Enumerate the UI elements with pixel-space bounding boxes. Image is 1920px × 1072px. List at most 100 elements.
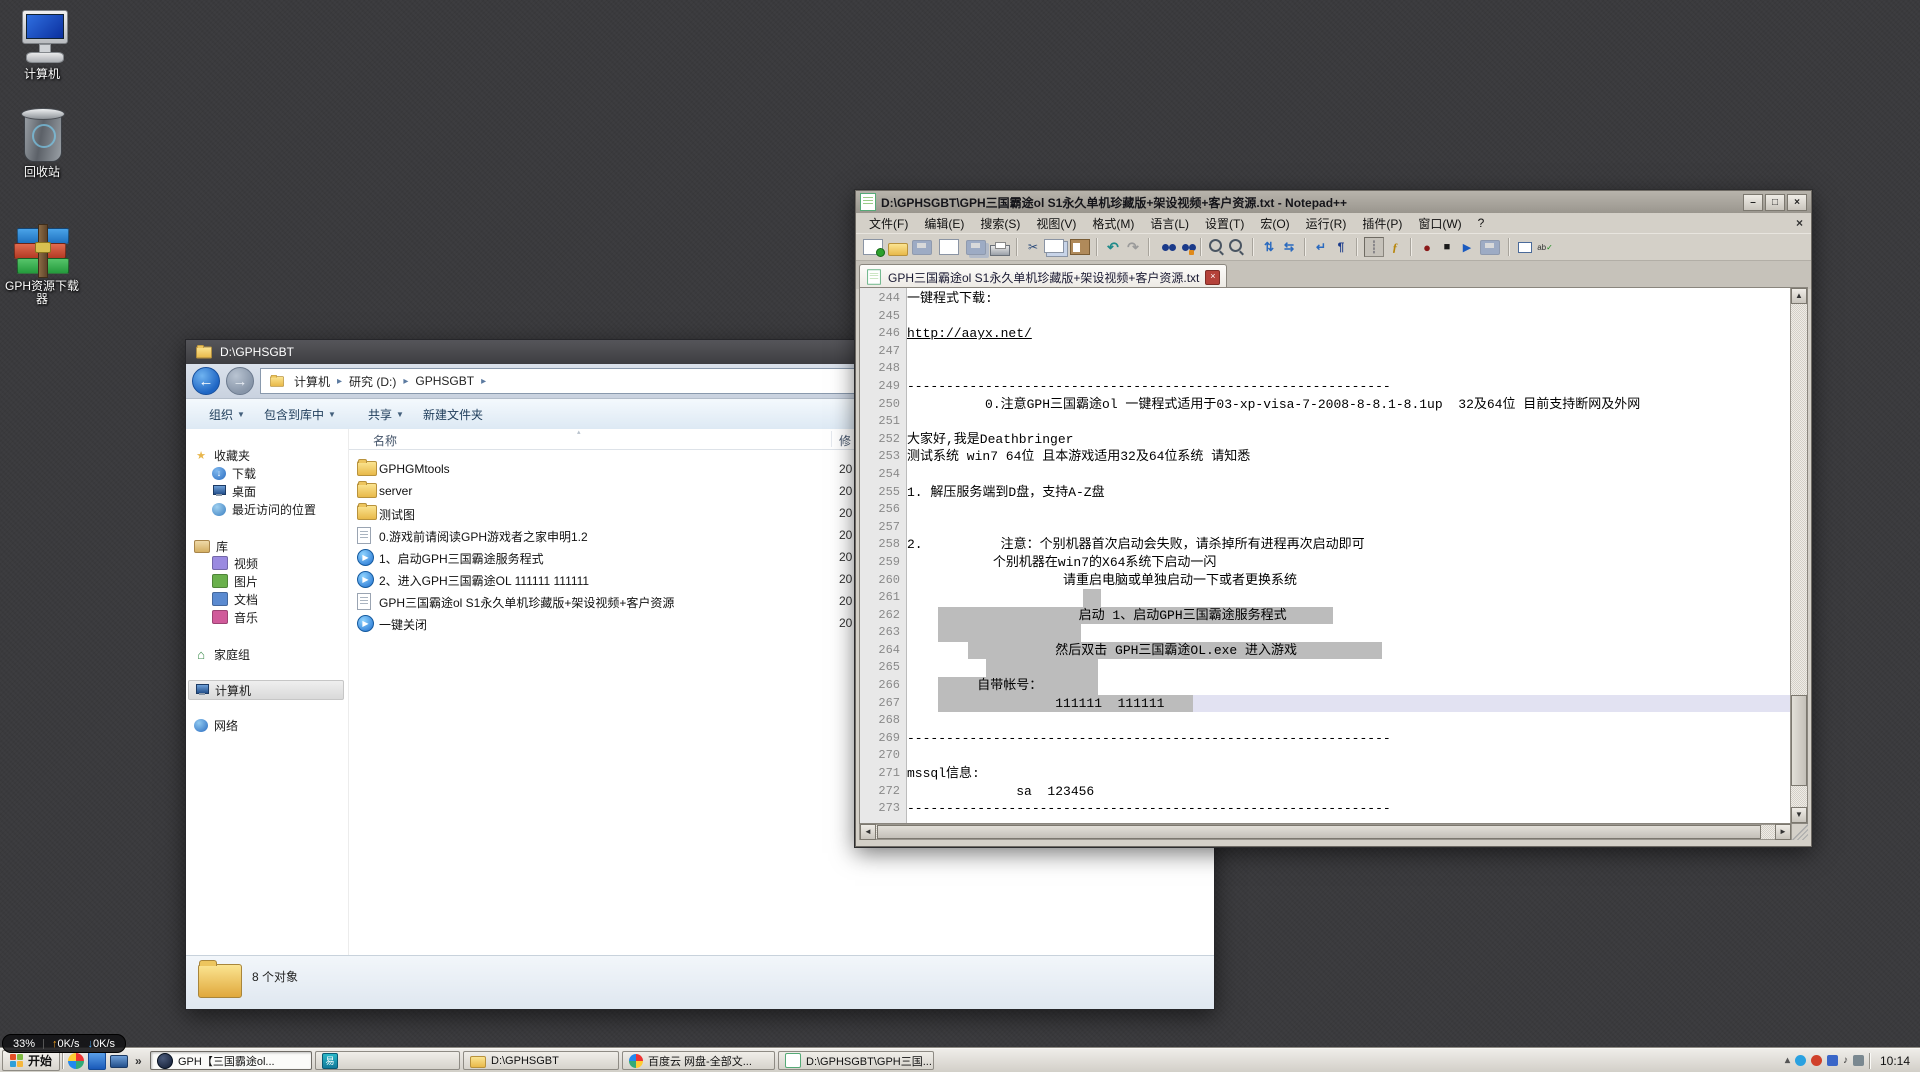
function-list-icon[interactable]: ƒ [1386,238,1404,256]
commandbar-共享[interactable]: 共享▼ [368,406,404,423]
tab-close-icon[interactable]: × [1205,270,1220,285]
stop-icon[interactable]: ■ [1438,238,1456,256]
editor-line[interactable]: ----------------------------------------… [907,378,1790,396]
commandbar-包含到库中[interactable]: 包含到库中▼ [264,406,336,423]
scroll-left-icon[interactable]: ◄ [860,824,876,840]
sidebar-item-视频[interactable]: 视频 [212,554,258,572]
text-content[interactable]: 一键程式下载: http://aayx.net/ -----------------… [907,288,1790,823]
editor-line[interactable]: 测试系统 win7 64位 且本游戏适用32及64位系统 请知悉 [907,448,1790,466]
sidebar-item-下载[interactable]: ↓下载 [212,464,256,482]
resize-grip[interactable] [1792,824,1808,840]
sidebar-item-桌面[interactable]: 桌面 [212,482,256,500]
back-button[interactable]: ← [192,367,220,395]
paste-icon[interactable] [1070,239,1090,255]
commandbar-组织[interactable]: 组织▼ [209,406,245,423]
sync-v-icon[interactable]: ⇅ [1260,238,1278,256]
wrap-icon[interactable]: ↵ [1312,238,1330,256]
copy-icon[interactable] [1044,239,1064,253]
editor-line[interactable] [907,466,1790,484]
monitor-icon[interactable] [1516,238,1534,256]
sidebar-item-音乐[interactable]: 音乐 [212,608,258,626]
editor-line[interactable]: http://aayx.net/ [907,325,1790,343]
save-all-icon[interactable] [966,240,986,255]
play-save-icon[interactable] [1480,240,1500,255]
editor-line[interactable]: ----------------------------------------… [907,800,1790,818]
vertical-scrollbar[interactable]: ▲ ▼ [1790,288,1807,823]
menu-item[interactable]: 文件(F) [862,213,915,234]
editor-line[interactable]: 大家好,我是Deathbringer [907,431,1790,449]
editor-line[interactable]: 1. 解压服务端到D盘，支持A-Z盘 [907,484,1790,502]
commandbar-新建文件夹[interactable]: 新建文件夹 [423,406,483,423]
document-tab[interactable]: GPH三国霸途ol S1永久单机珍藏版+架设视频+客户资源.txt × [859,264,1227,289]
indent-guide-icon[interactable]: ┊ [1364,237,1384,257]
editor-line[interactable] [907,343,1790,361]
editor-line[interactable] [907,413,1790,431]
taskbar-clock[interactable]: 10:14 [1876,1054,1916,1068]
open-icon[interactable] [888,243,908,256]
sidebar-item-最近访问的位置[interactable]: 最近访问的位置 [212,500,316,518]
breadcrumb-segment[interactable]: 研究 (D:) [347,373,398,390]
pilcrow-icon[interactable]: ¶ [1332,238,1350,256]
column-date-partial[interactable]: 修 [839,432,851,449]
desktop-icon-computer[interactable]: 计算机 [0,6,84,81]
tray-app-indigo-icon[interactable] [1827,1055,1838,1066]
forward-button[interactable]: → [226,367,254,395]
tray-app-blue-icon[interactable] [1795,1055,1806,1066]
close-button[interactable]: × [1787,194,1807,211]
menu-item[interactable]: 视图(V) [1029,213,1083,234]
column-divider[interactable] [831,431,832,447]
menu-item[interactable]: 插件(P) [1355,213,1409,234]
taskbar-button[interactable]: 百度云 网盘-全部文... [622,1051,775,1070]
editor-line[interactable]: sa 123456 [907,783,1790,801]
spell-icon[interactable]: ab✓ [1536,238,1554,256]
editor-line[interactable]: 启动 1、启动GPH三国霸途服务程式 [907,607,1790,625]
document-close-icon[interactable]: × [1796,216,1803,230]
find-icon[interactable] [1156,238,1174,256]
editor-line[interactable]: mssql信息: [907,765,1790,783]
taskbar-button[interactable]: D:\GPHSGBT [463,1051,619,1070]
column-name[interactable]: 名称 [373,432,397,449]
editor-line[interactable]: 个别机器在win7的X64系统下启动一闪 [907,554,1790,572]
menu-item[interactable]: 运行(R) [1299,213,1354,234]
hidden-icons-chevron[interactable]: ▴ [1785,1056,1790,1066]
scroll-down-icon[interactable]: ▼ [1791,807,1807,823]
desktop-icon-winrar[interactable]: GPH资源下载器 [0,218,84,306]
menu-item[interactable]: 搜索(S) [973,213,1027,234]
start-button[interactable]: 开始 [2,1050,60,1071]
undo-icon[interactable]: ↶ [1104,238,1122,256]
cut-icon[interactable]: ✂ [1024,238,1042,256]
save-icon[interactable] [912,240,932,255]
editor-line[interactable] [907,659,1790,677]
editor-line[interactable] [907,501,1790,519]
menu-item[interactable]: 宏(O) [1253,213,1296,234]
sidebar-item-家庭组[interactable]: ⌂家庭组 [194,645,250,663]
play-icon[interactable]: ▶ [1458,238,1476,256]
menu-item[interactable]: 语言(L) [1143,213,1196,234]
editor-line[interactable]: 0.注意GPH三国霸途ol 一键程式适用于03-xp-visa-7-2008-8… [907,396,1790,414]
quick-launch-desktop-icon[interactable] [110,1055,128,1068]
horizontal-scrollbar[interactable]: ◄ ► [859,824,1792,840]
minimize-button[interactable]: – [1743,194,1763,211]
quick-launch-app-icon[interactable] [88,1052,106,1070]
sidebar-item-库[interactable]: 库 [194,537,228,555]
scroll-up-icon[interactable]: ▲ [1791,288,1807,304]
editor-line[interactable]: 请重启电脑或单独启动一下或者更换系统 [907,572,1790,590]
print-icon[interactable] [990,245,1010,256]
sidebar-item-图片[interactable]: 图片 [212,572,258,590]
redo-icon[interactable]: ↷ [1124,238,1142,256]
quick-launch-media-icon[interactable] [68,1053,84,1069]
new-icon[interactable] [863,239,883,255]
tray-security-red-icon[interactable] [1811,1055,1822,1066]
taskbar-button[interactable]: 易 [315,1051,460,1070]
quick-launch-overflow-icon[interactable]: » [132,1054,145,1068]
editor-line[interactable] [907,712,1790,730]
breadcrumb-segment[interactable]: GPHSGBT [413,374,476,388]
editor-line[interactable]: 一键程式下载: [907,290,1790,308]
editor-line[interactable] [907,360,1790,378]
sidebar-item-计算机[interactable]: 计算机 [188,680,344,700]
save-copy-icon[interactable] [939,239,959,255]
editor-line[interactable] [907,624,1790,642]
editor-line[interactable]: 111111 111111 [907,695,1790,713]
taskbar-button[interactable]: GPH【三国霸途ol... [150,1051,312,1070]
editor-line[interactable]: 自带帐号： [907,677,1790,695]
